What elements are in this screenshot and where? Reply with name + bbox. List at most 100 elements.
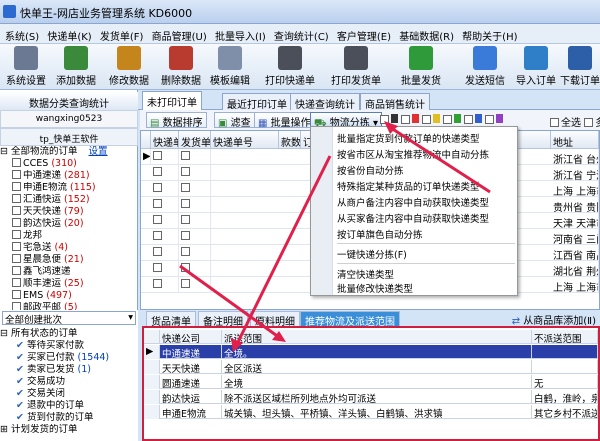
col-exclude[interactable]: 不派送范围 [532, 330, 598, 344]
table-row[interactable]: 申通E物流 城关镇、坦头镇、平桥镇、洋头镇、白鹤镇、洪求镇 其它乡村不派送 [144, 405, 598, 419]
tree-item-zto[interactable]: 中通速递 (281) [0, 170, 138, 182]
menu-item[interactable]: 清空快递类型 [337, 267, 515, 281]
checkbox[interactable] [153, 151, 162, 160]
checkbox[interactable] [153, 167, 162, 176]
menu-item[interactable]: 特殊指定某种货品的订单快递类型 [337, 179, 515, 193]
status-item[interactable]: ✔ 卖家已发货 (1) [0, 364, 138, 376]
filter-button[interactable]: ▣ 滤查 [214, 112, 255, 129]
checkbox[interactable] [181, 231, 190, 240]
select-all[interactable]: 全选 多 [550, 114, 600, 129]
tree-root[interactable]: ⊟ 全部物流的订单 设置 [0, 146, 138, 158]
table-row[interactable]: 圆通速递 全境 无 [144, 375, 598, 389]
col-count[interactable]: 款数 [279, 131, 301, 149]
status-item[interactable]: ✔ 等待买家付款 [0, 340, 138, 352]
menu-item[interactable]: 从商户备注内容中自动获取快递类型 [337, 195, 515, 209]
checkbox[interactable] [12, 254, 21, 263]
checkbox[interactable] [153, 199, 162, 208]
table-row[interactable]: ▶ 中通速递 全境。 [144, 345, 598, 359]
status-item[interactable]: ✔ 交易成功 [0, 376, 138, 388]
batch-ship-button[interactable]: 批量发货 [398, 46, 444, 88]
col-range[interactable]: 派送范围 [222, 330, 532, 344]
checkbox[interactable] [181, 183, 190, 192]
checkbox[interactable] [12, 242, 21, 251]
table-row[interactable]: 韵达快运 除不派送区域栏所列地点外均可派送 白鹤，淮岭，泉子 [144, 390, 598, 404]
menu-item[interactable]: 一键快递分拣(F) [337, 247, 515, 261]
flag-checkbox[interactable] [401, 115, 410, 124]
tree-item-tt[interactable]: 天天快递 (79) [0, 206, 138, 218]
tab-unprinted[interactable]: 未打印订单 [142, 91, 202, 110]
checkbox[interactable] [12, 218, 21, 227]
delete-data-button[interactable]: 删除数据 [156, 46, 206, 88]
settings-button[interactable]: 系统设置 [4, 46, 48, 88]
tree-item-xc[interactable]: 星晨急便 (21) [0, 254, 138, 266]
tab-logistics-range[interactable]: 推荐物流及派送范围 [300, 311, 400, 328]
status-item[interactable]: ✔ 货到付款的订单 [0, 412, 138, 424]
checkbox[interactable] [12, 230, 21, 239]
checkbox[interactable] [181, 151, 190, 160]
status-item[interactable]: ✔ 买家已付款 (1544) [0, 352, 138, 364]
menu-shipping[interactable]: 发货单(F) [95, 24, 144, 43]
settings-link[interactable]: 设置 [89, 146, 108, 157]
template-edit-button[interactable]: 模板编辑 [206, 46, 254, 88]
checkbox[interactable] [12, 158, 21, 167]
tree-item-ems[interactable]: EMS (497) [0, 290, 138, 302]
select-all-checkbox[interactable] [550, 118, 559, 127]
flag-checkbox[interactable] [464, 115, 473, 124]
tab-remarks[interactable]: 备注明细 [198, 311, 248, 328]
checkbox[interactable] [181, 263, 190, 272]
tab-sales-stats[interactable]: 商品销售统计 [360, 93, 430, 111]
planned-root[interactable]: ⊞ 计划发货的订单 [0, 424, 138, 436]
checkbox[interactable] [153, 183, 162, 192]
table-row[interactable]: 天天快递 全区派送 [144, 360, 598, 374]
checkbox[interactable] [181, 199, 190, 208]
add-from-catalog-button[interactable]: ⇄ 从商品库添加(Ⅱ) [512, 312, 596, 327]
checkbox[interactable] [12, 290, 21, 299]
tab-goods-list[interactable]: 货品清单 [146, 311, 196, 328]
send-sms-button[interactable]: 发送短信 [462, 46, 508, 88]
tab-recent-printed[interactable]: 最近打印订单 [222, 93, 292, 111]
checkbox[interactable] [153, 247, 162, 256]
menu-courier[interactable]: 快递单(K) [42, 24, 91, 43]
tree-item-sto[interactable]: 申通E物流 (115) [0, 182, 138, 194]
menu-item[interactable]: 按订单旗色自动分拣 [337, 227, 515, 241]
checkbox[interactable] [12, 170, 21, 179]
col-tracking-no[interactable]: 快递单号 [211, 131, 279, 149]
status-root[interactable]: ⊟ 所有状态的订单 [0, 328, 138, 340]
tab-materials[interactable]: 原料明细 [250, 311, 300, 328]
menu-import[interactable]: 批量导入(I) [210, 24, 266, 43]
col-address[interactable]: 地址 [551, 131, 599, 149]
menu-customers[interactable]: 客户管理(E) [332, 24, 391, 43]
print-courier-button[interactable]: 打印快递单 [262, 46, 318, 88]
col-invoice[interactable]: 发货单 [179, 131, 211, 149]
tree-item-cces[interactable]: CCES (310) [0, 158, 138, 170]
flag-checkbox[interactable] [422, 115, 431, 124]
checkbox[interactable] [153, 279, 162, 288]
menu-basedata[interactable]: 基础数据(R) [394, 24, 454, 43]
checkbox[interactable] [12, 182, 21, 191]
tree-item-sf[interactable]: 顺丰速运 (25) [0, 278, 138, 290]
menu-item[interactable]: 按省市区从淘宝推荐物流中自动分拣 [337, 147, 515, 161]
checkbox[interactable] [12, 266, 21, 275]
tree-item-zjs[interactable]: 宅急送 (4) [0, 242, 138, 254]
menu-help[interactable]: 帮助关于(H) [457, 24, 517, 43]
menu-item[interactable]: 按省份自动分拣 [337, 163, 515, 177]
checkbox[interactable] [181, 215, 190, 224]
tab-courier-stats[interactable]: 快递查询统计 [290, 93, 360, 111]
status-item[interactable]: ✔ 退款中的订单 [0, 400, 138, 412]
checkbox[interactable] [153, 215, 162, 224]
tree-item-yd[interactable]: 韵达快运 (20) [0, 218, 138, 230]
col-courier[interactable]: 快递单 [151, 131, 179, 149]
checkbox[interactable] [153, 263, 162, 272]
flag-checkbox[interactable] [380, 115, 389, 124]
batch-ops-button[interactable]: ▦ 批量操作 [254, 112, 315, 129]
checkbox[interactable] [181, 167, 190, 176]
download-orders-button[interactable]: 下载订单 [560, 46, 600, 88]
checkbox[interactable] [181, 247, 190, 256]
checkbox[interactable] [153, 231, 162, 240]
menu-system[interactable]: 系统(S) [0, 24, 39, 43]
menu-products[interactable]: 商品管理(U) [147, 24, 207, 43]
checkbox[interactable] [12, 206, 21, 215]
checkbox[interactable] [181, 279, 190, 288]
status-item[interactable]: ✔ 交易关闭 [0, 388, 138, 400]
col-company[interactable]: 快递公司 [160, 330, 222, 344]
